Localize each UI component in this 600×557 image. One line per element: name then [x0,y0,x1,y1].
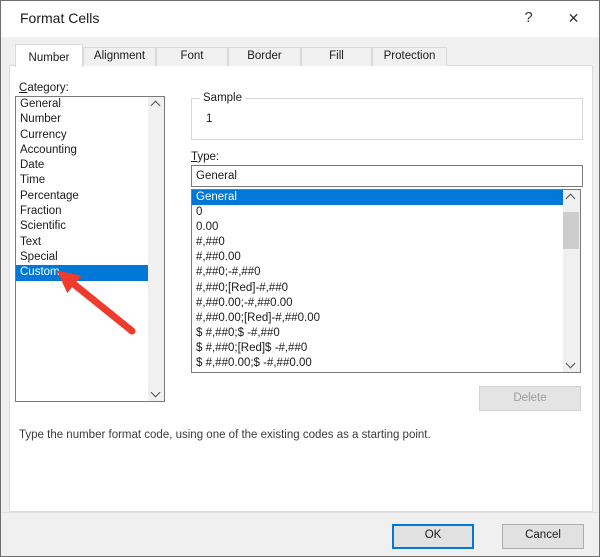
category-item[interactable]: Time [16,173,164,188]
tab-alignment[interactable]: Alignment [83,47,156,66]
scroll-up-icon[interactable] [148,97,164,112]
type-label: Type: [191,151,220,163]
type-listbox: General 0 0.00 #,##0 #,##0.00 #,##0;-#,#… [191,189,581,373]
dialog-title: Format Cells [20,10,100,26]
scroll-down-icon[interactable] [563,357,579,372]
category-item[interactable]: Accounting [16,143,164,158]
sample-groupbox: Sample 1 [191,92,583,140]
type-item[interactable]: #,##0 [192,235,580,250]
help-icon[interactable]: ? [506,1,551,35]
tab-number[interactable]: Number [15,44,83,67]
scroll-down-icon[interactable] [148,386,164,401]
type-input[interactable] [191,165,583,187]
delete-button[interactable]: Delete [479,386,581,411]
category-item[interactable]: Percentage [16,189,164,204]
category-item[interactable]: Scientific [16,219,164,234]
category-listbox: General Number Currency Accounting Date … [15,96,165,402]
scrollbar-thumb[interactable] [563,212,579,249]
type-item-selected[interactable]: General [192,190,580,206]
tab-font[interactable]: Font [156,47,228,66]
tab-protection[interactable]: Protection [372,47,447,66]
category-item[interactable]: Date [16,158,164,173]
type-item[interactable]: $ #,##0.00;$ -#,##0.00 [192,356,580,371]
sample-value: 1 [206,113,213,125]
category-item[interactable]: Currency [16,128,164,143]
title-bar: Format Cells ? ✕ [1,1,599,37]
type-item[interactable]: $ #,##0;[Red]$ -#,##0 [192,341,580,356]
ok-button[interactable]: OK [392,524,474,549]
type-scrollbar[interactable] [563,190,580,372]
tab-border[interactable]: Border [228,47,301,66]
type-item[interactable]: #,##0;-#,##0 [192,265,580,280]
cancel-button[interactable]: Cancel [502,524,584,549]
close-icon[interactable]: ✕ [551,1,596,35]
description-text: Type the number format code, using one o… [19,429,431,441]
type-item[interactable]: $ #,##0;$ -#,##0 [192,326,580,341]
category-item[interactable]: Text [16,235,164,250]
category-item[interactable]: General [16,97,164,112]
scroll-up-icon[interactable] [563,190,579,205]
category-item-selected[interactable]: Custom [16,265,164,281]
category-item[interactable]: Number [16,112,164,127]
type-item[interactable]: 0.00 [192,220,580,235]
category-scrollbar[interactable] [148,97,164,401]
type-item[interactable]: 0 [192,205,580,220]
type-item[interactable]: #,##0;[Red]-#,##0 [192,281,580,296]
type-item[interactable]: #,##0.00;[Red]-#,##0.00 [192,311,580,326]
type-item[interactable]: #,##0.00 [192,250,580,265]
sample-label: Sample [200,92,245,104]
type-item[interactable]: #,##0.00;-#,##0.00 [192,296,580,311]
tab-fill[interactable]: Fill [301,47,372,66]
category-label: Category: [19,82,69,94]
format-cells-dialog: Format Cells ? ✕ Number Alignment Font B… [0,0,600,557]
category-item[interactable]: Special [16,250,164,265]
category-item[interactable]: Fraction [16,204,164,219]
